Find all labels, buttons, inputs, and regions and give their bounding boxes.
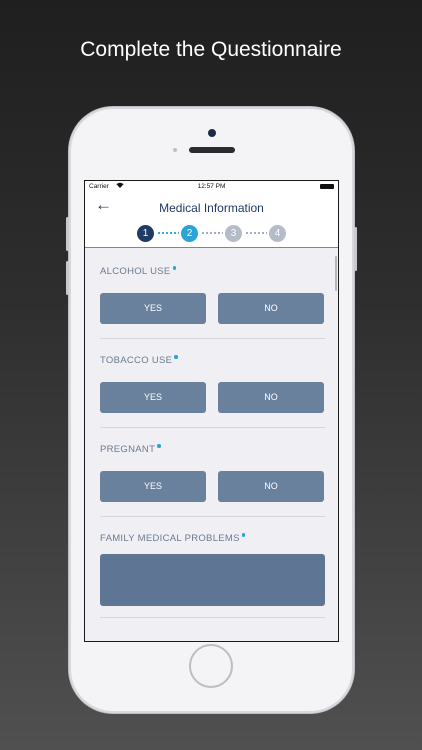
volume-down-button [66,261,69,295]
tobacco-yes-button[interactable]: YES [100,382,206,413]
power-button [354,227,357,271]
tobacco-use-question: TOBACCO USE YES NO [100,355,325,414]
divider [100,617,325,618]
family-medical-problems-question: FAMILY MEDICAL PROBLEMS [100,533,325,606]
step-3[interactable]: 3 [225,225,242,242]
tobacco-use-label: TOBACCO USE [100,355,325,367]
tobacco-no-button[interactable]: NO [218,382,324,413]
step-connector-3 [245,231,267,235]
divider [100,427,325,428]
required-dot-icon [157,444,161,448]
phone-screen: Carrier 12:57 PM ← Medical Information 1… [84,180,339,642]
page-title: Medical Information [159,201,264,215]
divider [100,338,325,339]
headline: Complete the Questionnaire [80,38,342,61]
home-button[interactable] [189,644,233,688]
navigation-bar: ← Medical Information [85,193,338,219]
alcohol-yes-button[interactable]: YES [100,293,206,324]
status-time: 12:57 PM [197,183,226,190]
pregnant-no-button[interactable]: NO [218,471,324,502]
battery-icon [320,184,334,189]
family-medical-problems-input[interactable] [100,554,325,606]
phone-frame: Carrier 12:57 PM ← Medical Information 1… [66,107,357,713]
family-medical-problems-label: FAMILY MEDICAL PROBLEMS [100,533,325,545]
progress-stepper: 1 2 3 4 [85,219,338,248]
step-4[interactable]: 4 [269,225,286,242]
step-connector-1 [157,231,179,235]
divider [100,516,325,517]
required-dot-icon [241,533,246,537]
pregnant-label: PREGNANT [100,444,325,456]
status-bar: Carrier 12:57 PM [85,181,338,193]
required-dot-icon [174,355,178,359]
earpiece-speaker [189,147,235,153]
alcohol-no-button[interactable]: NO [218,293,324,324]
pregnant-yes-button[interactable]: YES [100,471,206,502]
volume-up-button [66,217,69,251]
step-2[interactable]: 2 [181,225,198,242]
front-camera [208,129,216,137]
pregnant-options: YES NO [100,471,325,503]
alcohol-use-question: ALCOHOL USE YES NO [100,266,325,325]
alcohol-use-label: ALCOHOL USE [100,266,325,278]
tobacco-use-options: YES NO [100,382,325,414]
scrollbar[interactable] [335,256,337,291]
step-1[interactable]: 1 [137,225,154,242]
step-connector-2 [201,231,223,235]
required-dot-icon [172,266,177,270]
alcohol-use-options: YES NO [100,293,325,325]
pregnant-question: PREGNANT YES NO [100,444,325,503]
proximity-sensor [173,148,177,152]
